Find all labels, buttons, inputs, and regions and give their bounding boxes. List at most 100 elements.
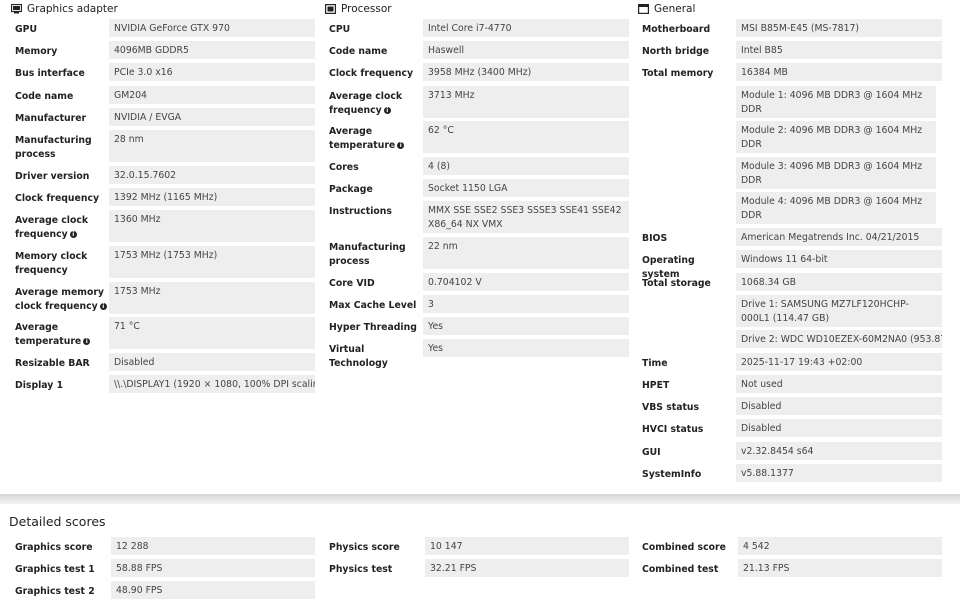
general-row-gui: GUI v2.32.8454 s64: [636, 442, 942, 460]
row-label: GPU: [15, 24, 37, 35]
row-value: American Megatrends Inc. 04/21/2015: [736, 228, 942, 246]
info-icon[interactable]: i: [83, 337, 91, 345]
row-value: 32.21 FPS: [425, 559, 629, 577]
row-label: Graphics score: [15, 542, 93, 553]
row-label: North bridge: [642, 46, 710, 57]
row-value: Module 3: 4096 MB DDR3 @ 1604 MHz DDR: [736, 157, 936, 189]
row-label: Resizable BAR: [15, 358, 90, 369]
graphics-row-manufacturer: Manufacturer NVIDIA / EVGA: [9, 108, 315, 126]
graphics-row-code-name: Code name GM204: [9, 86, 315, 104]
row-label: Package: [329, 184, 373, 195]
general-row-systeminfo: SystemInfo v5.88.1377: [636, 464, 942, 482]
graphics-row-avg-clock: Average clock frequency i 1360 MHz: [9, 210, 315, 242]
row-label-wrap: Average memory clock frequency i: [15, 286, 107, 313]
info-icon[interactable]: i: [69, 230, 77, 238]
row-value: 48.90 FPS: [111, 581, 315, 599]
graphics-row-mem-clock: Memory clock frequency 1753 MHz (1753 MHz…: [9, 246, 315, 278]
row-value: PCIe 3.0 x16: [109, 63, 315, 81]
section-divider: [0, 494, 960, 504]
row-label: Max Cache Level: [329, 300, 417, 311]
row-label: BIOS: [642, 233, 668, 244]
processor-header: Processor: [323, 0, 629, 18]
row-label: Manufacturing process: [329, 242, 406, 267]
general-row-vbs: VBS status Disabled: [636, 397, 942, 415]
general-header: General: [636, 0, 942, 18]
row-label: GUI: [642, 447, 661, 458]
processor-section: Processor CPU Intel Core i7-4770 Code nam…: [323, 0, 629, 369]
processor-row-cpu: CPU Intel Core i7-4770: [323, 19, 629, 37]
row-value: Yes: [423, 317, 629, 335]
graphics-adapter-section: Graphics adapter GPU NVIDIA GeForce GTX 9…: [9, 0, 315, 393]
info-icon[interactable]: i: [99, 302, 107, 310]
score-row-combined-test: Combined test 21.13 FPS: [636, 559, 942, 577]
row-value: Windows 11 64-bit: [736, 250, 942, 268]
graphics-row-bus: Bus interface PCIe 3.0 x16: [9, 63, 315, 81]
graphics-row-memory: Memory 4096MB GDDR5: [9, 41, 315, 59]
score-row-combined-score: Combined score 4 542: [636, 537, 942, 555]
row-label: CPU: [329, 24, 351, 35]
graphics-adapter-title: Graphics adapter: [27, 3, 118, 15]
row-value: 58.88 FPS: [111, 559, 315, 577]
row-label: Core VID: [329, 278, 375, 289]
row-value: Intel B85: [736, 41, 942, 59]
row-label: SystemInfo: [642, 469, 702, 480]
score-row-graphics-test-2: Graphics test 2 48.90 FPS: [9, 581, 315, 599]
row-value: GM204: [109, 86, 315, 104]
row-label-wrap: Average temperature i: [329, 125, 419, 152]
row-label: Virtual Technology: [329, 344, 388, 369]
row-value: Disabled: [736, 397, 942, 415]
row-label: Clock frequency: [329, 68, 414, 79]
info-icon[interactable]: i: [397, 141, 405, 149]
row-label: Physics score: [329, 542, 400, 553]
row-value: Disabled: [736, 419, 942, 437]
row-value: 4 (8): [423, 157, 629, 175]
row-label: VBS status: [642, 402, 700, 413]
row-label: Combined score: [642, 542, 726, 553]
processor-row-avg-temp: Average temperature i 62 °C: [323, 121, 629, 153]
score-row-physics-score: Physics score 10 147: [323, 537, 629, 555]
system-details-panel: Graphics adapter GPU NVIDIA GeForce GTX 9…: [0, 0, 960, 494]
row-label: Code name: [329, 46, 388, 57]
row-label: Physics test: [329, 564, 393, 575]
general-row-module-3: Module 3: 4096 MB DDR3 @ 1604 MHz DDR: [636, 157, 942, 189]
graphics-row-display: Display 1 \\.\DISPLAY1 (1920 × 1080, 100%…: [9, 375, 315, 393]
row-label: Total storage: [642, 278, 711, 289]
row-label: Average temperature: [15, 322, 82, 347]
row-value: Socket 1150 LGA: [423, 179, 629, 197]
row-label: Manufacturing process: [15, 135, 92, 160]
row-value: v2.32.8454 s64: [736, 442, 942, 460]
row-label: Clock frequency: [15, 193, 100, 204]
row-value: 0.704102 V: [423, 273, 629, 291]
general-row-hpet: HPET Not used: [636, 375, 942, 393]
row-value: \\.\DISPLAY1 (1920 × 1080, 100% DPI scal…: [109, 375, 315, 393]
row-value: MSI B85M-E45 (MS-7817): [736, 19, 942, 37]
row-label: Total memory: [642, 68, 714, 79]
processor-row-instructions: Instructions MMX SSE SSE2 SSE3 SSSE3 SSE4…: [323, 201, 629, 233]
info-icon[interactable]: i: [383, 106, 391, 114]
row-label: Average clock frequency: [15, 215, 89, 240]
row-label: HVCI status: [642, 424, 704, 435]
row-value: v5.88.1377: [736, 464, 942, 482]
processor-row-code-name: Code name Haswell: [323, 41, 629, 59]
graphics-row-driver: Driver version 32.0.15.7602: [9, 166, 315, 184]
row-value: 1753 MHz (1753 MHz): [109, 246, 315, 278]
row-label: Average memory clock frequency: [15, 287, 104, 312]
row-value: 32.0.15.7602: [109, 166, 315, 184]
window-icon: [638, 4, 650, 15]
row-value: 1392 MHz (1165 MHz): [109, 188, 315, 206]
row-value: 71 °C: [109, 317, 315, 349]
row-value: Drive 2: WDC WD10EZEX-60M2NA0 (953.87 GB…: [736, 330, 942, 348]
general-row-module-2: Module 2: 4096 MB DDR3 @ 1604 MHz DDR: [636, 121, 942, 153]
row-label: Combined test: [642, 564, 719, 575]
general-section: General Motherboard MSI B85M-E45 (MS-7817…: [636, 0, 942, 482]
row-value: 16384 MB: [736, 63, 942, 81]
row-label: Average clock frequency: [329, 91, 403, 116]
processor-row-hyper-threading: Hyper Threading Yes: [323, 317, 629, 335]
graphics-row-process: Manufacturing process 28 nm: [9, 130, 315, 162]
score-row-physics-test: Physics test 32.21 FPS: [323, 559, 629, 577]
row-label: Graphics test 2: [15, 586, 95, 597]
general-row-total-storage: Total storage 1068.34 GB: [636, 273, 942, 291]
row-value: 1753 MHz: [109, 282, 315, 314]
row-label: Graphics test 1: [15, 564, 95, 575]
processor-row-core-vid: Core VID 0.704102 V: [323, 273, 629, 291]
